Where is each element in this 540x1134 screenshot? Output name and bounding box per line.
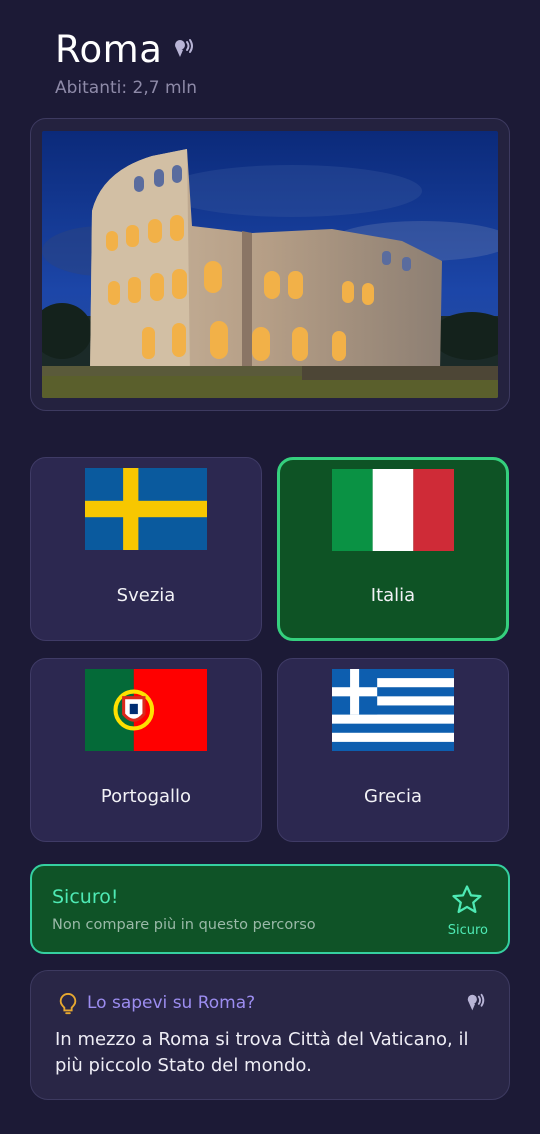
mastered-subtitle: Non compare più in questo percorso xyxy=(52,917,316,933)
mastered-banner: Sicuro! Non compare più in questo percor… xyxy=(30,864,510,954)
fun-fact-card: Lo sapevi su Roma? In mezzo a Roma si tr… xyxy=(30,970,510,1100)
colosseum-photo xyxy=(42,131,498,398)
option-label: Grecia xyxy=(364,786,422,807)
portugal-flag xyxy=(85,669,207,751)
option-portugal[interactable]: Portogallo xyxy=(30,658,262,842)
option-italy[interactable]: Italia xyxy=(277,457,509,641)
mastered-star-label: Sicuro xyxy=(447,923,488,938)
title-row: Roma xyxy=(55,27,495,71)
photo-card xyxy=(30,118,510,411)
option-greece[interactable]: Grecia xyxy=(277,658,509,842)
greece-flag xyxy=(332,669,454,751)
speaker-voice-icon[interactable] xyxy=(172,37,196,61)
population-label: Abitanti: 2,7 mln xyxy=(55,78,198,98)
city-header: Roma Abitanti: 2,7 mln xyxy=(55,27,495,99)
option-label: Portogallo xyxy=(100,786,192,807)
sweden-flag xyxy=(85,468,207,550)
city-name: Roma xyxy=(55,27,163,71)
option-sweden[interactable]: Svezia xyxy=(30,457,262,641)
option-label: Svezia xyxy=(116,585,176,606)
speaker-voice-icon[interactable] xyxy=(465,992,487,1014)
lightbulb-icon xyxy=(59,992,77,1015)
fact-title: Lo sapevi su Roma? xyxy=(87,993,256,1013)
mastered-title: Sicuro! xyxy=(52,886,119,908)
star-outline-icon[interactable] xyxy=(450,883,484,917)
fact-text: In mezzo a Roma si trova Città del Vatic… xyxy=(55,1029,469,1076)
option-label: Italia xyxy=(370,585,416,606)
italy-flag xyxy=(332,469,454,551)
